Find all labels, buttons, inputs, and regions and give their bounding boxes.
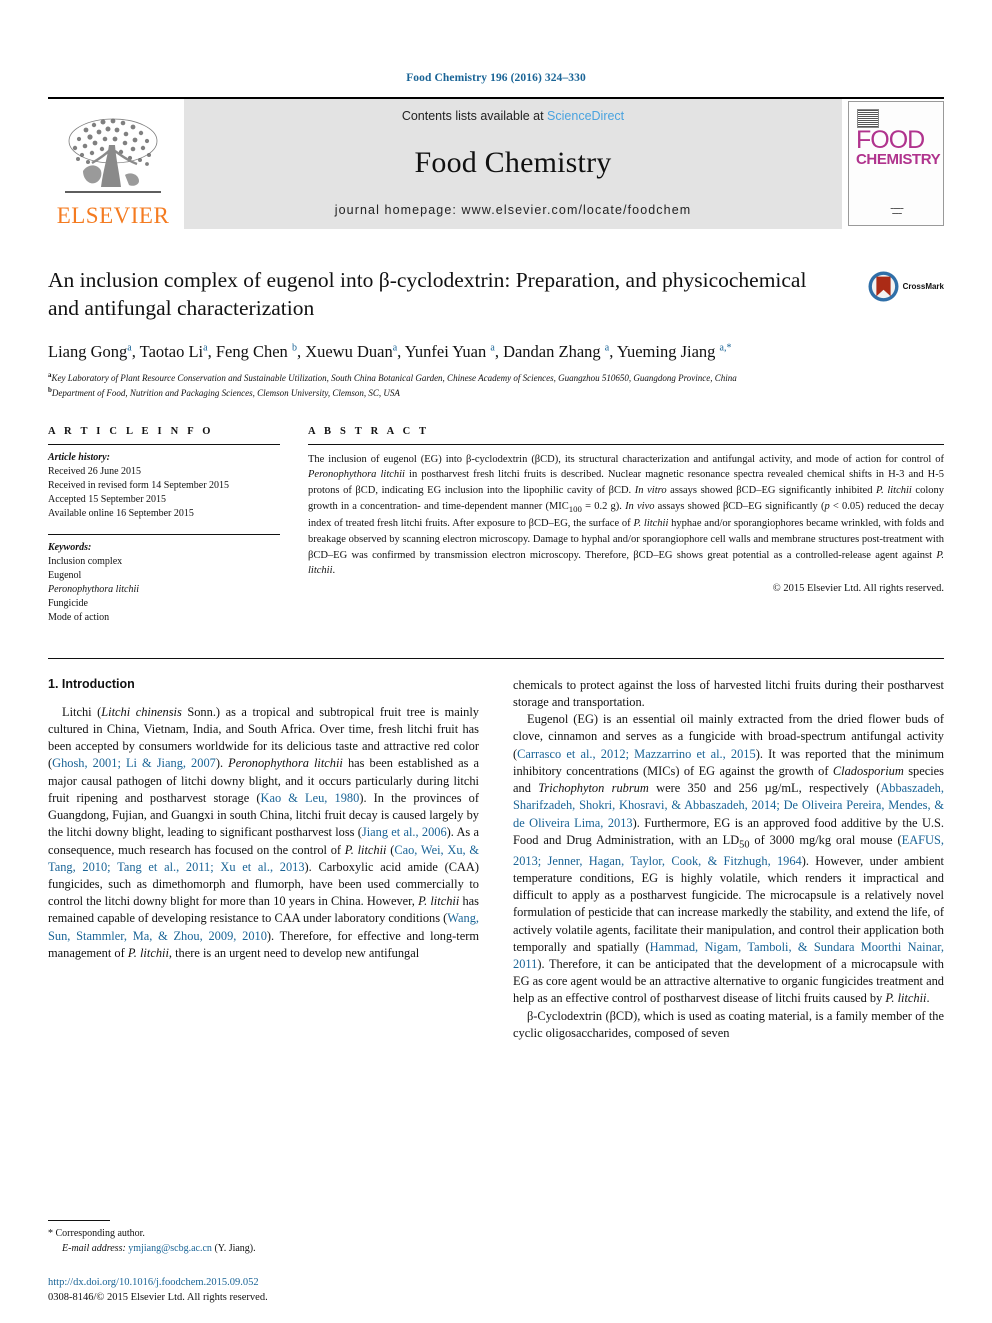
corresponding-marker: *: [48, 1227, 53, 1239]
cover-chemistry-text: CHEMISTRY: [856, 151, 941, 168]
elsevier-logo: ELSEVIER: [48, 99, 178, 229]
affiliation-a: aKey Laboratory of Plant Resource Conser…: [48, 370, 737, 383]
affiliation-a-text: Key Laboratory of Plant Resource Conserv…: [51, 372, 737, 383]
abstract-heading: A B S T R A C T: [308, 425, 430, 437]
keyword-item: Fungicide: [48, 598, 88, 610]
cover-food-text: FOOD: [856, 126, 925, 154]
crossmark-icon: [868, 271, 899, 302]
body-separator-rule: [48, 657, 944, 659]
article-history-label: Article history:: [48, 451, 110, 463]
abstract-text: The inclusion of eugenol (EG) into β-cyc…: [308, 453, 945, 577]
journal-cover-thumbnail: FOOD CHEMISTRY ▬▬▬▬ ▬▬▬: [848, 101, 944, 226]
keyword-item: Peronophythora litchii: [48, 584, 140, 596]
history-item: Received in revised form 14 September 20…: [48, 479, 230, 491]
intro-paragraph-right-1: chemicals to protect against the loss of…: [513, 677, 944, 709]
contents-available-line: Contents lists available at ScienceDirec…: [402, 109, 624, 123]
journal-masthead: ELSEVIER Contents lists available at Sci…: [48, 97, 944, 229]
keyword-item: Inclusion complex: [48, 555, 123, 567]
abstract-copyright: © 2015 Elsevier Ltd. All rights reserved…: [772, 583, 944, 595]
intro-paragraph-right-3: β-Cyclodextrin (βCD), which is used as c…: [513, 1008, 944, 1040]
doi-link[interactable]: http://dx.doi.org/10.1016/j.foodchem.201…: [48, 1275, 479, 1290]
page-title: An inclusion complex of eugenol into β-c…: [48, 268, 807, 320]
body-columns: 1. Introduction Litchi (Litchi chinensis…: [48, 677, 944, 1043]
history-item: Available online 16 September 2015: [48, 508, 194, 520]
abstract-column: A B S T R A C T The inclusion of eugenol…: [308, 426, 944, 638]
title-block: An inclusion complex of eugenol into β-c…: [48, 267, 944, 400]
body-column-left: 1. Introduction Litchi (Litchi chinensis…: [48, 677, 479, 1043]
crossmark-label: CrossMark: [902, 282, 944, 291]
history-item: Received 26 June 2015: [48, 465, 142, 477]
doi-block: http://dx.doi.org/10.1016/j.foodchem.201…: [48, 1275, 479, 1305]
article-info-column: A R T I C L E I N F O Article history: R…: [48, 426, 280, 638]
crossmark-badge[interactable]: CrossMark: [868, 271, 944, 302]
footnote-rule: [48, 1219, 110, 1221]
corresponding-author-text: Corresponding author.: [55, 1227, 145, 1239]
keywords-group: Keywords: Inclusion complex Eugenol Pero…: [48, 535, 280, 638]
affiliation-b-text: Department of Food, Nutrition and Packag…: [51, 387, 400, 398]
intro-paragraph-left: Litchi (Litchi chinensis Sonn.) as a tro…: [48, 704, 480, 960]
history-item: Accepted 15 September 2015: [48, 494, 167, 506]
journal-band: Contents lists available at ScienceDirec…: [184, 99, 842, 229]
keyword-item: Mode of action: [48, 612, 110, 624]
elsevier-wordmark: ELSEVIER: [56, 203, 170, 228]
article-history-group: Article history: Received 26 June 2015 R…: [48, 445, 280, 534]
sciencedirect-link[interactable]: ScienceDirect: [547, 109, 624, 123]
affiliation-b: bDepartment of Food, Nutrition and Packa…: [48, 385, 400, 398]
body-column-right: chemicals to protect against the loss of…: [513, 677, 944, 1043]
keyword-item: Eugenol: [48, 569, 82, 581]
email-suffix: (Y. Jiang).: [214, 1242, 256, 1254]
intro-paragraph-right-2: Eugenol (EG) is an essential oil mainly …: [513, 712, 945, 1006]
elsevier-tree-icon: [65, 118, 161, 193]
keywords-label: Keywords:: [48, 541, 92, 553]
article-page: Food Chemistry 196 (2016) 324–330 ELSEVI…: [0, 0, 992, 1323]
info-abstract-row: A R T I C L E I N F O Article history: R…: [48, 426, 944, 638]
journal-title: Food Chemistry: [414, 146, 612, 179]
cover-footer-text: ▬▬▬▬ ▬▬▬: [890, 206, 904, 216]
corresponding-author-note: * Corresponding author. E-mail address: …: [48, 1226, 479, 1256]
journal-homepage-link[interactable]: journal homepage: www.elsevier.com/locat…: [335, 203, 692, 217]
email-label: E-mail address:: [62, 1242, 126, 1254]
contents-prefix: Contents lists available at: [401, 109, 548, 123]
corresponding-author-line: * Corresponding author.: [48, 1226, 479, 1241]
issn-copyright-line: 0308-8146/© 2015 Elsevier Ltd. All right…: [48, 1291, 268, 1303]
running-head: Food Chemistry 196 (2016) 324–330: [406, 72, 586, 84]
affiliations: aKey Laboratory of Plant Resource Conser…: [48, 370, 834, 400]
author-list: Liang Gonga, Taotao Lia, Feng Chen b, Xu…: [48, 341, 732, 361]
page-footnote: * Corresponding author. E-mail address: …: [48, 1219, 479, 1305]
section-title-introduction: 1. Introduction: [48, 676, 135, 691]
email-link[interactable]: ymjiang@scbg.ac.cn: [128, 1243, 212, 1254]
email-line: E-mail address: ymjiang@scbg.ac.cn (Y. J…: [48, 1241, 479, 1256]
article-info-heading: A R T I C L E I N F O: [48, 425, 214, 437]
